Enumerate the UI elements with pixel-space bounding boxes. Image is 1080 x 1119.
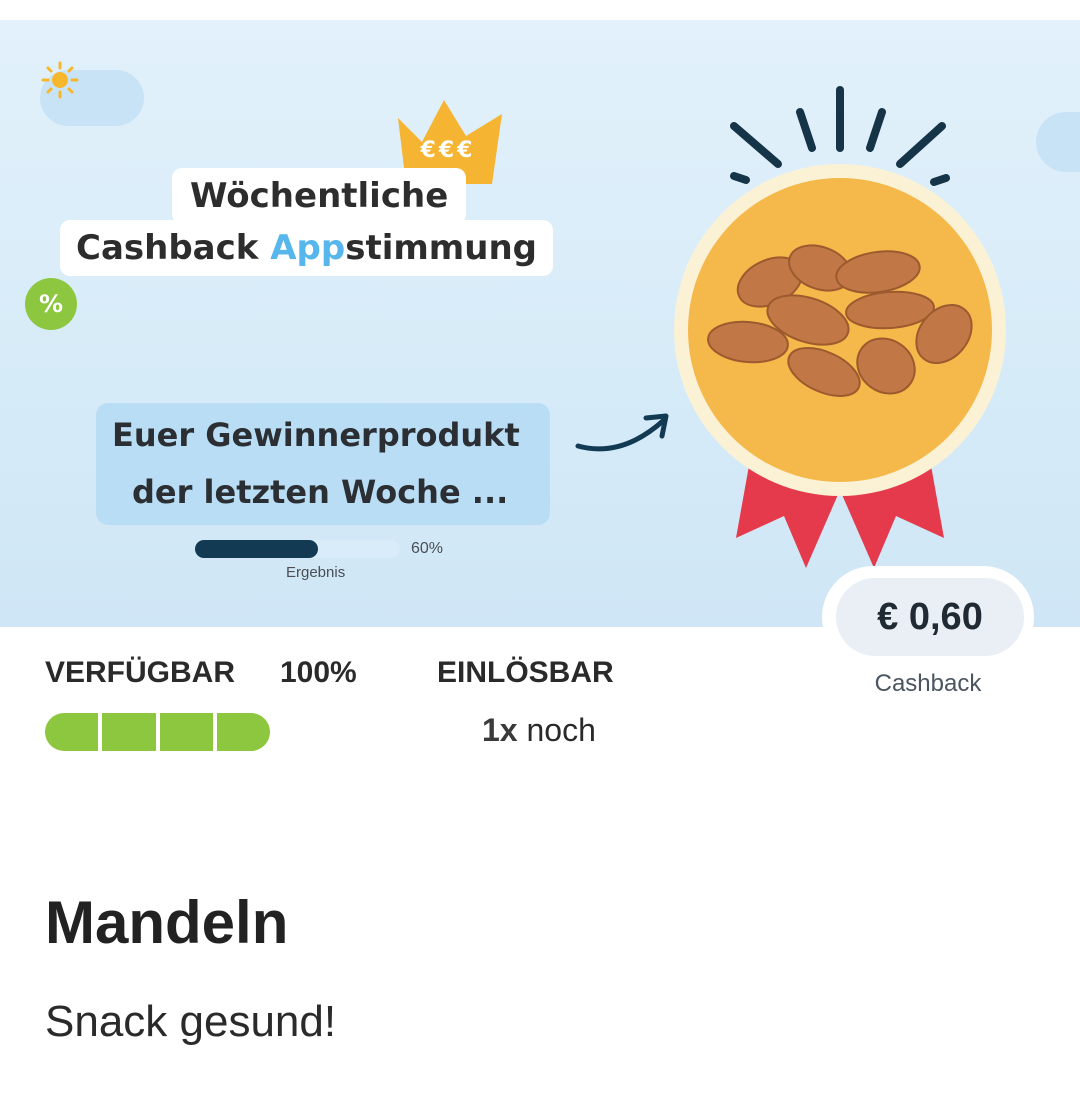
- title-suffix: stimmung: [345, 228, 537, 268]
- result-percent: 60%: [411, 540, 444, 557]
- availability-bar: [45, 713, 270, 751]
- available-percent: 100%: [280, 656, 357, 689]
- cashback-amount: € 0,60: [836, 578, 1024, 656]
- sun-icon: [41, 61, 79, 99]
- product-subtitle: Snack gesund!: [45, 997, 337, 1046]
- availability-segment: [216, 713, 270, 751]
- redeemable-count: 1x noch: [482, 712, 596, 749]
- percent-badge-icon: %: [25, 278, 77, 330]
- result-label: Ergebnis: [286, 564, 346, 581]
- redeemable-count-suffix: noch: [517, 712, 596, 748]
- redeemable-count-number: 1x: [482, 712, 518, 748]
- availability-segment: [102, 713, 156, 751]
- redeemable-label: EINLÖSBAR: [437, 656, 614, 689]
- product-title: Mandeln: [45, 889, 289, 956]
- result-progress-fill: [195, 540, 318, 558]
- available-label: VERFÜGBAR: [45, 656, 236, 689]
- cloud-shape: [1036, 112, 1080, 172]
- banner-title-line2: Cashback Appstimmung: [60, 220, 553, 276]
- arrow-right-icon: [575, 413, 669, 452]
- availability-segment: [159, 713, 213, 751]
- winner-line1: Euer Gewinnerprodukt: [112, 416, 520, 454]
- title-accent: App: [270, 228, 346, 268]
- winner-line2: der letzten Woche ...: [132, 473, 509, 511]
- title-prefix: Cashback: [76, 228, 271, 268]
- cashback-label: Cashback: [874, 670, 982, 697]
- crown-label: €€€: [420, 138, 476, 163]
- promo-banner[interactable]: €€€ Wöchentliche Cashback Appstimmung % …: [0, 20, 1080, 627]
- almonds-image: [707, 244, 973, 397]
- availability-segment: [45, 713, 99, 751]
- banner-title-line1: Wöchentliche: [172, 168, 467, 224]
